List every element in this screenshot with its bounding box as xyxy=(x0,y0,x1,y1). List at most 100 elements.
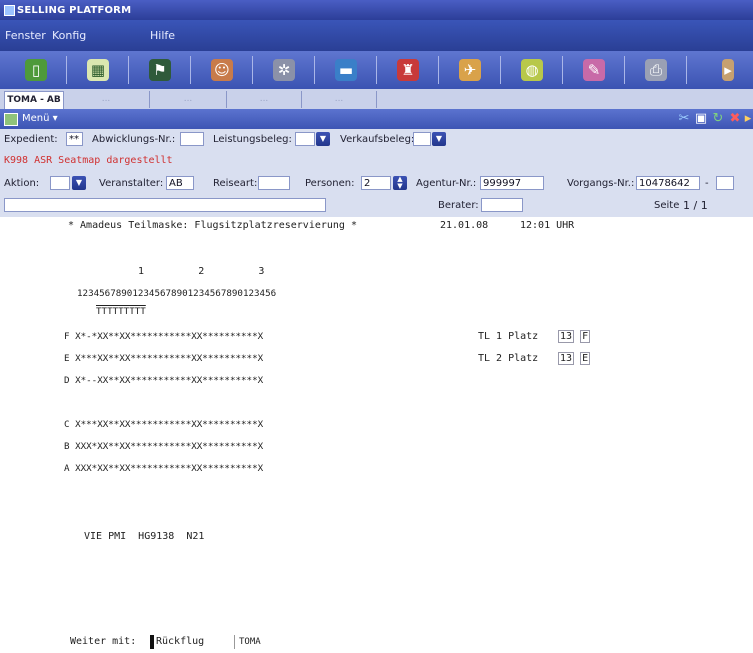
free-text-field[interactable] xyxy=(4,198,326,212)
mask-date: 21.01.08 xyxy=(440,220,489,231)
personen-field[interactable]: 2 xyxy=(361,176,391,190)
page-indicator: 1 / 1 xyxy=(683,199,708,212)
seat-row-f: F X*-*XX**XX***********XX**********X xyxy=(64,331,264,342)
berater-field[interactable] xyxy=(481,198,523,212)
booking-form: Expedient: ** Abwicklungs-Nr.: Leistungs… xyxy=(0,129,753,217)
tab-empty[interactable]: ... xyxy=(227,91,302,108)
mask-time: 12:01 UHR xyxy=(520,220,575,231)
seat-row-b: B XXX*XX**XX***********XX**********X xyxy=(64,441,264,452)
leistungsbeleg-field[interactable] xyxy=(295,132,315,146)
plane-icon: ✈ xyxy=(459,59,481,81)
seat-column-tens: 1 2 3 xyxy=(138,266,265,277)
close-icon[interactable]: ✖ xyxy=(727,111,743,127)
expedient-label: Expedient: xyxy=(4,134,58,145)
ticket-icon: ✎ xyxy=(583,59,605,81)
toolbar-button-more[interactable]: ▸ xyxy=(692,54,734,86)
app-icon xyxy=(4,5,15,16)
menu-button[interactable]: Menü ▾ xyxy=(22,113,58,124)
tab-empty[interactable]: ... xyxy=(63,91,150,108)
personen-stepper[interactable]: ▲ ▼ xyxy=(393,176,407,190)
agentur-label: Agentur-Nr.: xyxy=(416,178,477,189)
refresh-icon[interactable]: ↻ xyxy=(710,111,726,127)
menu-hilfe[interactable]: Hilfe xyxy=(150,29,175,42)
aktion-dropdown[interactable]: ▼ xyxy=(72,176,86,190)
aktion-label: Aktion: xyxy=(4,178,40,189)
tab-bar: TOMA - AB ... ... ... ... xyxy=(0,89,753,110)
toolbar-separator xyxy=(438,56,439,84)
toolbar-separator xyxy=(252,56,253,84)
expedient-field[interactable]: ** xyxy=(66,132,83,146)
toolbar-separator xyxy=(624,56,625,84)
tl2-seat-field[interactable]: E xyxy=(580,352,591,365)
vorgang-label: Vorgangs-Nr.: xyxy=(567,178,635,189)
vorgang-suffix-field[interactable] xyxy=(716,176,734,190)
seat-row-d: D X*--XX**XX***********XX**********X xyxy=(64,375,264,386)
seat-column-units: 123456789012345678901234567890123456 xyxy=(77,288,277,299)
toolbar-button-globe[interactable]: ◍ xyxy=(506,54,558,86)
status-message: K998 ASR Seatmap dargestellt xyxy=(4,155,173,166)
tl2-label: TL 2 Platz xyxy=(478,353,539,364)
tab-empty[interactable]: ... xyxy=(302,91,377,108)
app-title: SELLING PLATFORM xyxy=(17,5,132,16)
abwicklung-label: Abwicklungs-Nr.: xyxy=(92,134,176,145)
tl1-row-field[interactable]: 13 xyxy=(558,330,575,343)
car-icon: ▬ xyxy=(335,59,357,81)
toolbar-separator xyxy=(128,56,129,84)
weiter-field[interactable]: Rückflug xyxy=(150,635,204,649)
toolbar-button-flag[interactable]: ⚑ xyxy=(134,54,186,86)
tab-empty[interactable]: ... xyxy=(150,91,227,108)
flag-icon: ⚑ xyxy=(149,59,171,81)
globe-icon: ◍ xyxy=(521,59,543,81)
tab-toma-ab[interactable]: TOMA - AB xyxy=(4,91,64,109)
reiseart-field[interactable] xyxy=(258,176,290,190)
toolbar-separator xyxy=(562,56,563,84)
tl1-seat-fields: 13 F xyxy=(558,330,591,344)
vorgang-field[interactable]: 10478642 xyxy=(636,176,700,190)
agentur-field[interactable]: 999997 xyxy=(480,176,544,190)
seat-row-e: E X***XX**XX***********XX**********X xyxy=(64,353,264,364)
secondary-menu-bar: Menü ▾ ✂ ▣ ↻ ✖ ▸ xyxy=(0,109,753,129)
toolbar-separator xyxy=(66,56,67,84)
toolbar-button-print[interactable]: ⎙ xyxy=(630,54,682,86)
toolbar-separator xyxy=(190,56,191,84)
toolbar-separator xyxy=(376,56,377,84)
verkaufsbeleg-dropdown[interactable]: ▼ xyxy=(432,132,446,146)
settings-icon: ✲ xyxy=(273,59,295,81)
toolbar-button-ticket[interactable]: ✎ xyxy=(568,54,620,86)
toolbar-button-car[interactable]: ▬ xyxy=(320,54,372,86)
toolbar-button-settings[interactable]: ✲ xyxy=(258,54,310,86)
berater-label: Berater: xyxy=(438,200,479,211)
veranstalter-field[interactable]: AB xyxy=(166,176,194,190)
cut-icon[interactable]: ✂ xyxy=(676,111,692,127)
print-icon: ⎙ xyxy=(645,59,667,81)
vorgang-separator: - xyxy=(705,178,709,189)
aktion-field[interactable] xyxy=(50,176,70,190)
extra-icon[interactable]: ▸ xyxy=(743,111,753,127)
menu-konfig[interactable]: Konfig xyxy=(52,29,86,42)
verkaufsbeleg-field[interactable] xyxy=(413,132,431,146)
toolbar-button-plane[interactable]: ✈ xyxy=(444,54,496,86)
seat-row-c: C X***XX**XX***********XX**********X xyxy=(64,419,264,430)
title-bar: SELLING PLATFORM xyxy=(0,0,753,20)
weiter-label: Weiter mit: xyxy=(70,636,137,647)
verkaufsbeleg-label: Verkaufsbeleg: xyxy=(340,134,415,145)
menu-fenster[interactable]: Fenster xyxy=(5,29,46,42)
toolbar-button-agent[interactable]: ♜ xyxy=(382,54,434,86)
abwicklung-field[interactable] xyxy=(180,132,204,146)
tl1-label: TL 1 Platz xyxy=(478,331,539,342)
save-icon[interactable]: ▣ xyxy=(693,111,709,127)
tl1-seat-field[interactable]: F xyxy=(580,330,591,343)
toolbar: ▯ ▦ ⚑ ☺ ✲ ▬ ♜ ✈ ◍ ✎ ⎙ ▸ xyxy=(0,51,753,89)
toma-field[interactable]: TOMA xyxy=(234,635,261,649)
toolbar-button-calendar[interactable]: ▦ xyxy=(72,54,124,86)
toolbar-button-person[interactable]: ☺ xyxy=(196,54,248,86)
agent-icon: ♜ xyxy=(397,59,419,81)
more-icon: ▸ xyxy=(722,59,734,81)
tl2-row-field[interactable]: 13 xyxy=(558,352,575,365)
personen-label: Personen: xyxy=(305,178,355,189)
leistungsbeleg-dropdown[interactable]: ▼ xyxy=(316,132,330,146)
mask-header: * Amadeus Teilmaske: Flugsitzplatzreserv… xyxy=(68,220,357,231)
reiseart-label: Reiseart: xyxy=(213,178,258,189)
person-icon: ☺ xyxy=(211,59,233,81)
toolbar-button-book[interactable]: ▯ xyxy=(10,54,62,86)
